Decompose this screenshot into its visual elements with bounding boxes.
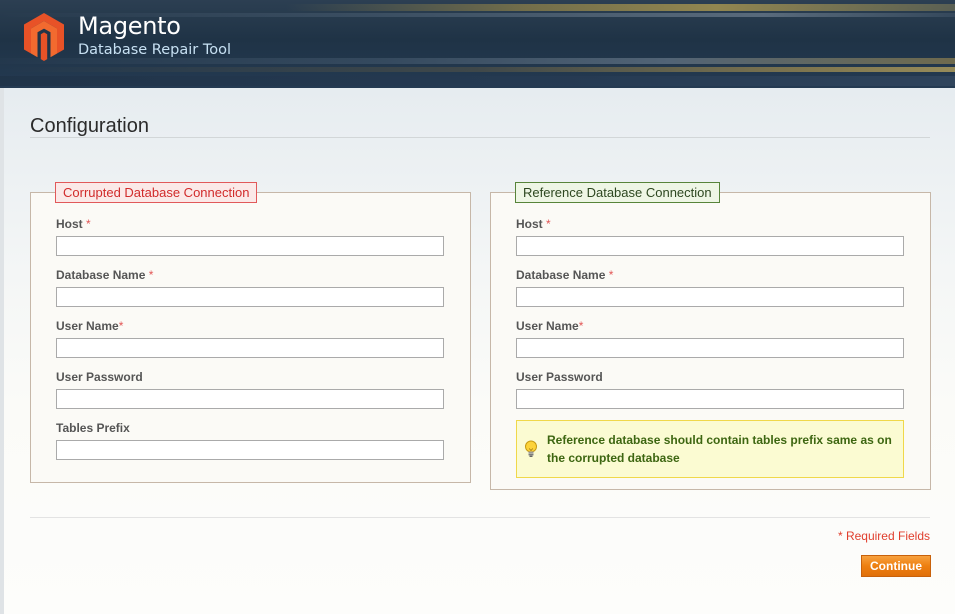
reference-database-name-input[interactable]	[516, 287, 904, 307]
label-text: User Password	[56, 370, 143, 384]
reference-user-name-input[interactable]	[516, 338, 904, 358]
corrupted-connection-legend: Corrupted Database Connection	[55, 182, 258, 203]
continue-button[interactable]: Continue	[861, 555, 931, 577]
brand-name: Magento	[78, 12, 181, 40]
required-mark: *	[118, 319, 124, 333]
required-mark: *	[86, 217, 91, 231]
tables-prefix-label: Tables Prefix	[56, 421, 130, 435]
database-name-label: Database Name *	[56, 268, 153, 282]
header-decoration	[0, 67, 955, 72]
user-name-label: User Name*	[516, 319, 583, 333]
divider	[30, 517, 930, 518]
user-password-label: User Password	[516, 370, 603, 384]
corrupted-user-password-input[interactable]	[56, 389, 444, 409]
app-header: Magento Database Repair Tool	[0, 0, 955, 88]
host-label: Host *	[516, 217, 551, 231]
label-text: User Name	[516, 319, 579, 333]
label-text: Database Name	[516, 268, 606, 282]
label-text: User Password	[516, 370, 603, 384]
label-text: Host	[56, 217, 83, 231]
brand-subtitle: Database Repair Tool	[78, 42, 231, 58]
label-text: Host	[516, 217, 543, 231]
corrupted-tables-prefix-input[interactable]	[56, 440, 444, 460]
corrupted-connection-fieldset: Corrupted Database Connection Host * Dat…	[30, 182, 471, 483]
label-text: Tables Prefix	[56, 421, 130, 435]
divider	[30, 137, 930, 138]
required-mark: *	[148, 268, 154, 282]
reference-connection-fieldset: Reference Database Connection Host * Dat…	[490, 182, 931, 490]
user-name-label: User Name*	[56, 319, 123, 333]
required-fields-note: * Required Fields	[837, 529, 930, 543]
corrupted-database-name-input[interactable]	[56, 287, 444, 307]
magento-logo-icon	[24, 13, 64, 61]
lightbulb-icon	[525, 440, 537, 457]
reference-host-input[interactable]	[516, 236, 904, 256]
reference-connection-legend: Reference Database Connection	[515, 182, 720, 203]
header-decoration	[0, 76, 955, 86]
info-notice: Reference database should contain tables…	[516, 420, 904, 478]
required-mark: *	[608, 268, 614, 282]
reference-user-password-input[interactable]	[516, 389, 904, 409]
required-mark: *	[578, 319, 584, 333]
notice-text: Reference database should contain tables…	[547, 433, 892, 465]
page-title: Configuration	[30, 115, 149, 137]
header-decoration	[0, 4, 955, 11]
required-mark: *	[546, 217, 551, 231]
corrupted-user-name-input[interactable]	[56, 338, 444, 358]
header-decoration	[0, 58, 955, 64]
host-label: Host *	[56, 217, 91, 231]
corrupted-host-input[interactable]	[56, 236, 444, 256]
main-content: Configuration Corrupted Database Connect…	[0, 88, 955, 614]
label-text: User Name	[56, 319, 119, 333]
user-password-label: User Password	[56, 370, 143, 384]
database-name-label: Database Name *	[516, 268, 613, 282]
label-text: Database Name	[56, 268, 146, 282]
